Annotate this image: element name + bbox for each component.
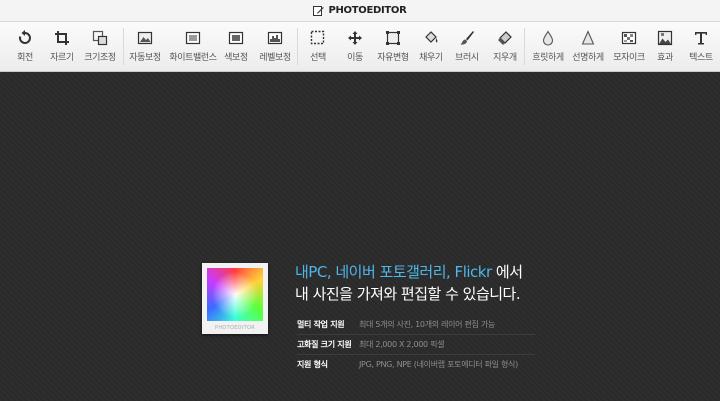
info-value: 최대 2,000 X 2,000 픽셀	[359, 339, 445, 349]
app-logo-text: PHOTOEDITOR	[328, 5, 407, 16]
pencil-icon	[313, 5, 325, 16]
blur-icon	[542, 30, 554, 46]
crop-icon	[55, 31, 69, 45]
tool-label: 회전	[17, 53, 33, 63]
paint-bucket-icon	[425, 31, 438, 43]
toolbar: 회전 자르기 크기조정 자동보정 화이트밸런스 색보정 레벨보정 선택 이동 자…	[0, 22, 720, 72]
tool-label: 지우개	[493, 53, 517, 63]
info-key: 고화질 크기 지원	[297, 339, 352, 349]
tool-levels[interactable]: 레벨보정	[258, 22, 292, 71]
move-icon	[348, 31, 362, 45]
color-spectrum-image	[207, 268, 263, 321]
free-transform-icon	[386, 31, 400, 45]
tool-blur[interactable]: 흐릿하게	[530, 22, 566, 71]
toolbar-divider	[297, 28, 298, 65]
tool-label: 텍스트	[689, 53, 713, 63]
effects-icon	[657, 30, 673, 46]
color-correct-icon	[228, 31, 244, 45]
tool-label: 자동보정	[129, 53, 161, 63]
tool-rotate[interactable]: 회전	[12, 22, 38, 71]
intro-headline: 내PC, 네이버 포토갤러리, Flickr 에서 내 사진을 가져와 편집할 …	[295, 261, 523, 305]
tool-label: 효과	[657, 53, 673, 63]
tool-color-correct[interactable]: 색보정	[222, 22, 250, 71]
tool-label: 모자이크	[613, 53, 645, 63]
tool-effects[interactable]: 효과	[652, 22, 678, 71]
mosaic-icon	[621, 31, 637, 45]
tool-white-balance[interactable]: 화이트밸런스	[166, 22, 220, 71]
sample-photo-thumbnail: PHOTOEDITOR	[202, 263, 268, 334]
tool-eraser[interactable]: 지우개	[488, 22, 522, 71]
info-value: 최대 5개의 사진, 10개의 레이어 편집 가능	[359, 319, 495, 329]
tool-free-transform[interactable]: 자유변형	[375, 22, 411, 71]
tool-label: 채우기	[419, 53, 443, 63]
selection-icon	[310, 30, 325, 45]
tool-sharpen[interactable]: 선명하게	[570, 22, 606, 71]
tool-mosaic[interactable]: 모자이크	[611, 22, 647, 71]
tool-crop[interactable]: 자르기	[48, 22, 76, 71]
info-key: 지원 형식	[297, 359, 328, 369]
tool-label: 색보정	[224, 53, 248, 63]
tool-brush[interactable]: 브러시	[452, 22, 482, 71]
tool-label: 크기조정	[84, 53, 116, 63]
tool-label: 이동	[347, 53, 363, 63]
info-row-multi-task: 멀티 작업 지원 최대 5개의 사진, 10개의 레이어 편집 가능	[297, 314, 495, 334]
tool-resize[interactable]: 크기조정	[84, 22, 116, 71]
eraser-icon	[498, 31, 512, 45]
brush-icon	[460, 31, 474, 45]
tool-label: 자유변형	[377, 53, 409, 63]
levels-icon	[267, 31, 283, 45]
tool-label: 선택	[310, 53, 326, 63]
headline-suffix: 에서	[491, 263, 523, 281]
tool-label: 화이트밸런스	[169, 53, 217, 63]
toolbar-divider	[123, 28, 124, 65]
text-icon	[695, 32, 707, 45]
resize-icon	[92, 30, 108, 46]
white-balance-icon	[185, 31, 201, 45]
auto-correct-icon	[137, 31, 153, 45]
rotate-icon	[18, 30, 31, 44]
info-key: 멀티 작업 지원	[297, 319, 345, 329]
tool-auto-correct[interactable]: 자동보정	[128, 22, 162, 71]
info-row-formats: 지원 형식 JPG, PNG, NPE (네이버랩 포토에디터 파일 형식)	[297, 354, 518, 374]
tool-label: 레벨보정	[259, 53, 291, 63]
tool-text[interactable]: 텍스트	[686, 22, 716, 71]
info-value: JPG, PNG, NPE (네이버랩 포토에디터 파일 형식)	[359, 359, 518, 369]
headline-line-2: 내 사진을 가져와 편집할 수 있습니다.	[295, 285, 521, 303]
tool-label: 자르기	[50, 53, 74, 63]
thumbnail-caption: PHOTOEDITOR	[215, 325, 255, 331]
title-bar: PHOTOEDITOR	[0, 0, 720, 22]
tool-label: 흐릿하게	[532, 53, 564, 63]
tool-label: 선명하게	[572, 53, 604, 63]
tool-move[interactable]: 이동	[341, 22, 369, 71]
sharpen-icon	[581, 30, 595, 45]
info-row-resolution: 고화질 크기 지원 최대 2,000 X 2,000 픽셀	[297, 334, 445, 354]
app-logo: PHOTOEDITOR	[313, 5, 407, 16]
tool-label: 브러시	[455, 53, 479, 63]
toolbar-divider	[524, 28, 525, 65]
source-list: 내PC, 네이버 포토갤러리, Flickr	[295, 263, 492, 281]
tool-fill[interactable]: 채우기	[416, 22, 446, 71]
tool-selection[interactable]: 선택	[304, 22, 332, 71]
